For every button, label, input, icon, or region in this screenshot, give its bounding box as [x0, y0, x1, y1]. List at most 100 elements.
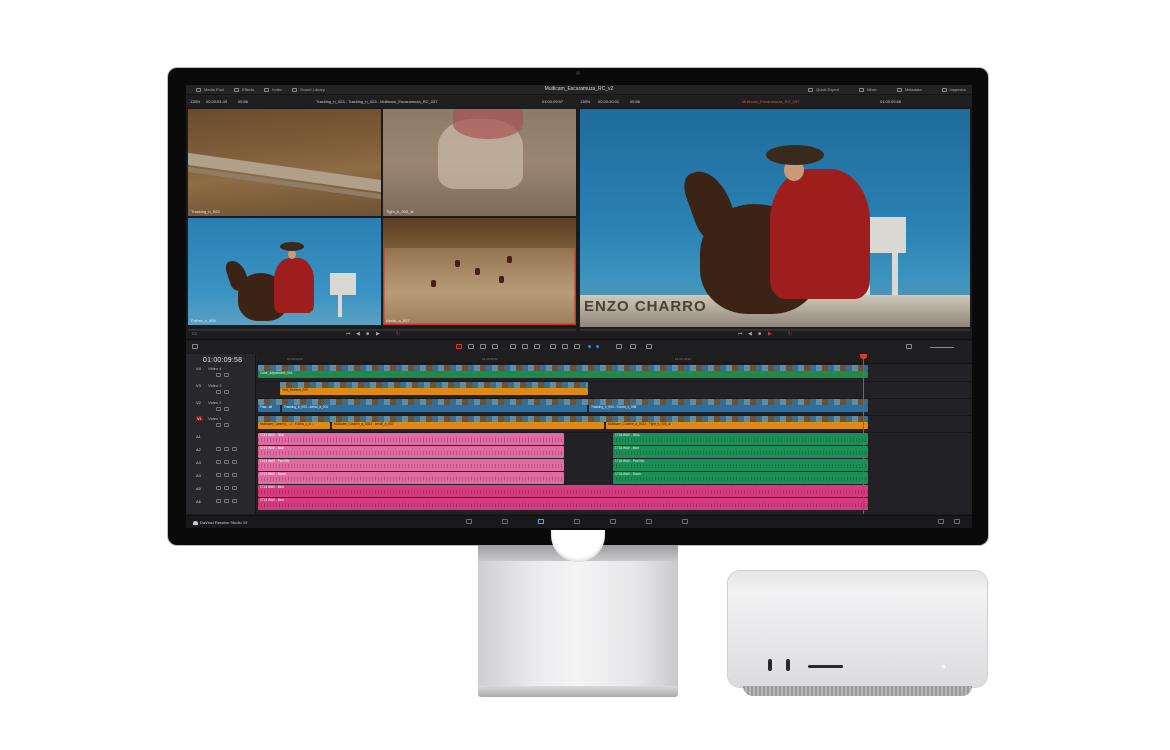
volume-slider[interactable]: [930, 347, 954, 348]
clip-a1-right[interactable]: 1718.WAV - 36AL: [613, 433, 868, 445]
sound-library-button[interactable]: Sound Library: [291, 87, 325, 92]
play-icon[interactable]: ▶: [376, 331, 380, 337]
timeline[interactable]: 01:00:09:58 V4 Video 4 V3 Video 3 V2 Vid…: [186, 354, 972, 514]
clip-multicam-c[interactable]: Multicam_Content_a_0023 - Tight_b_005_al: [606, 422, 868, 429]
home-icon[interactable]: [938, 519, 944, 524]
mute-icon[interactable]: [232, 447, 237, 451]
loop-icon[interactable]: ↻: [396, 331, 400, 337]
overwrite-clip-icon[interactable]: [522, 344, 528, 349]
trim-tool-icon[interactable]: [468, 344, 474, 349]
snapping-icon[interactable]: [550, 344, 556, 349]
track-lock-icon[interactable]: [216, 447, 221, 451]
zoom-custom-icon[interactable]: [646, 344, 652, 349]
clip-adjustment[interactable]: Color_Adjustment_004: [258, 371, 868, 378]
lock-icon[interactable]: [574, 344, 580, 349]
track-lock-icon[interactable]: [216, 473, 221, 477]
dynamic-trim-icon[interactable]: [492, 344, 498, 349]
track-lock-icon[interactable]: [216, 390, 221, 394]
track-visibility-icon[interactable]: [224, 407, 229, 411]
track-id-selected[interactable]: V1: [196, 416, 203, 421]
playhead[interactable]: [863, 354, 864, 514]
clip-a1-left[interactable]: 1713 WAV - 36al: [258, 433, 564, 445]
clip-a2-right[interactable]: 1718.WAV - Mult: [613, 446, 868, 458]
track-lock-icon[interactable]: [216, 499, 221, 503]
program-zoom[interactable]: 135%: [580, 99, 590, 104]
timeline-options-icon[interactable]: [192, 344, 198, 349]
clip-a3-left[interactable]: 1713 WAV - Pan Mic: [258, 459, 564, 471]
media-page-icon[interactable]: [466, 519, 472, 524]
zoom-full-icon[interactable]: [616, 344, 622, 349]
angle-follow[interactable]: Follow_c_008: [188, 218, 381, 325]
clip-a5[interactable]: 1713 WAV - Mult: [258, 485, 868, 497]
prog-stop-icon[interactable]: ■: [758, 331, 761, 337]
stop-icon[interactable]: ■: [366, 331, 369, 337]
mute-icon[interactable]: [232, 486, 237, 490]
multicam-viewer[interactable]: Tracking_b_003 Tight_b_005_al Follow_c_0…: [188, 109, 578, 327]
mute-icon[interactable]: [232, 473, 237, 477]
inspector-button[interactable]: Inspector: [941, 87, 966, 92]
marker-icon[interactable]: [596, 345, 599, 348]
track-lock-icon[interactable]: [216, 486, 221, 490]
track-lock-icon[interactable]: [216, 423, 221, 427]
metadata-button[interactable]: Metadata: [896, 87, 922, 92]
insert-clip-icon[interactable]: [510, 344, 516, 349]
settings-gear-icon[interactable]: [954, 519, 960, 524]
solo-icon[interactable]: [224, 499, 229, 503]
clip-a4-right[interactable]: 1718.WAV - Boom: [613, 472, 868, 484]
angle-tracking[interactable]: Tracking_b_003: [188, 109, 381, 216]
media-pool-button[interactable]: Media Pool: [196, 87, 224, 92]
program-scrub-bar[interactable]: [580, 329, 970, 331]
zoom-detail-icon[interactable]: [630, 344, 636, 349]
solo-icon[interactable]: [224, 447, 229, 451]
program-viewer[interactable]: ENZO CHARRO: [580, 109, 970, 327]
track-visibility-icon[interactable]: [224, 423, 229, 427]
angle-aerial-active[interactable]: Aerial_a_007: [383, 218, 576, 325]
linked-selection-icon[interactable]: [562, 344, 568, 349]
cut-page-icon[interactable]: [502, 519, 508, 524]
source-zoom[interactable]: 135%: [190, 99, 200, 104]
clip-a4-left[interactable]: 1713 WAV - Boom: [258, 472, 564, 484]
clip-multicam-b[interactable]: Multicam_Content_a_0023 - Aerial_a_007: [332, 422, 604, 429]
selection-tool-icon[interactable]: [456, 344, 462, 349]
track-visibility-icon[interactable]: [224, 390, 229, 394]
clip-v1-a[interactable]: Trac...all: [258, 405, 280, 412]
clip-v1-b[interactable]: Tracking_b_003 - Aerial_a_001: [282, 405, 587, 412]
source-scrub-bar[interactable]: [188, 329, 576, 331]
mixer-button[interactable]: Mixer: [859, 87, 877, 92]
step-back-icon[interactable]: ◀: [356, 331, 360, 337]
clip-v1-c[interactable]: Tracking_b_003 - Follow_c_008: [589, 405, 868, 412]
solo-icon[interactable]: [224, 460, 229, 464]
replace-clip-icon[interactable]: [534, 344, 540, 349]
clip-a6[interactable]: 1713 WAV - Mult: [258, 498, 868, 510]
track-lock-icon[interactable]: [216, 407, 221, 411]
prog-skip-back-icon[interactable]: ⏮: [738, 331, 743, 337]
deliver-page-icon[interactable]: [682, 519, 688, 524]
solo-icon[interactable]: [224, 486, 229, 490]
flag-icon[interactable]: [588, 345, 591, 348]
color-page-icon[interactable]: [610, 519, 616, 524]
edit-page-icon[interactable]: [538, 519, 544, 524]
source-clip-name[interactable]: Tracking_b_003 - Tracking_b_003 - Multic…: [316, 99, 437, 104]
track-lock-icon[interactable]: [216, 373, 221, 377]
mute-icon[interactable]: [232, 499, 237, 503]
blade-tool-icon[interactable]: [480, 344, 486, 349]
angle-tight[interactable]: Tight_b_005_al: [383, 109, 576, 216]
clip-a3-right[interactable]: 1718.WAV - Pad Mic: [613, 459, 868, 471]
skip-back-icon[interactable]: ⏮: [346, 331, 351, 337]
timeline-timecode[interactable]: 01:00:09:58: [203, 357, 242, 364]
track-visibility-icon[interactable]: [224, 373, 229, 377]
mute-icon[interactable]: [232, 460, 237, 464]
solo-icon[interactable]: [224, 473, 229, 477]
quick-export-button[interactable]: Quick Export: [808, 87, 839, 92]
fairlight-page-icon[interactable]: [646, 519, 652, 524]
prog-loop-icon[interactable]: ↻: [788, 331, 792, 337]
prog-step-back-icon[interactable]: ◀: [748, 331, 752, 337]
fusion-page-icon[interactable]: [574, 519, 580, 524]
angle-layout-icon[interactable]: ▭: [192, 331, 197, 337]
prog-play-icon[interactable]: ▶: [768, 331, 772, 337]
clip-multicam-a[interactable]: Multicam_Content_...1 - Follow_c_0...: [258, 422, 330, 429]
speaker-icon[interactable]: [906, 344, 912, 349]
effects-button[interactable]: Effects: [234, 87, 254, 92]
index-button[interactable]: Index: [264, 87, 282, 92]
track-lock-icon[interactable]: [216, 460, 221, 464]
